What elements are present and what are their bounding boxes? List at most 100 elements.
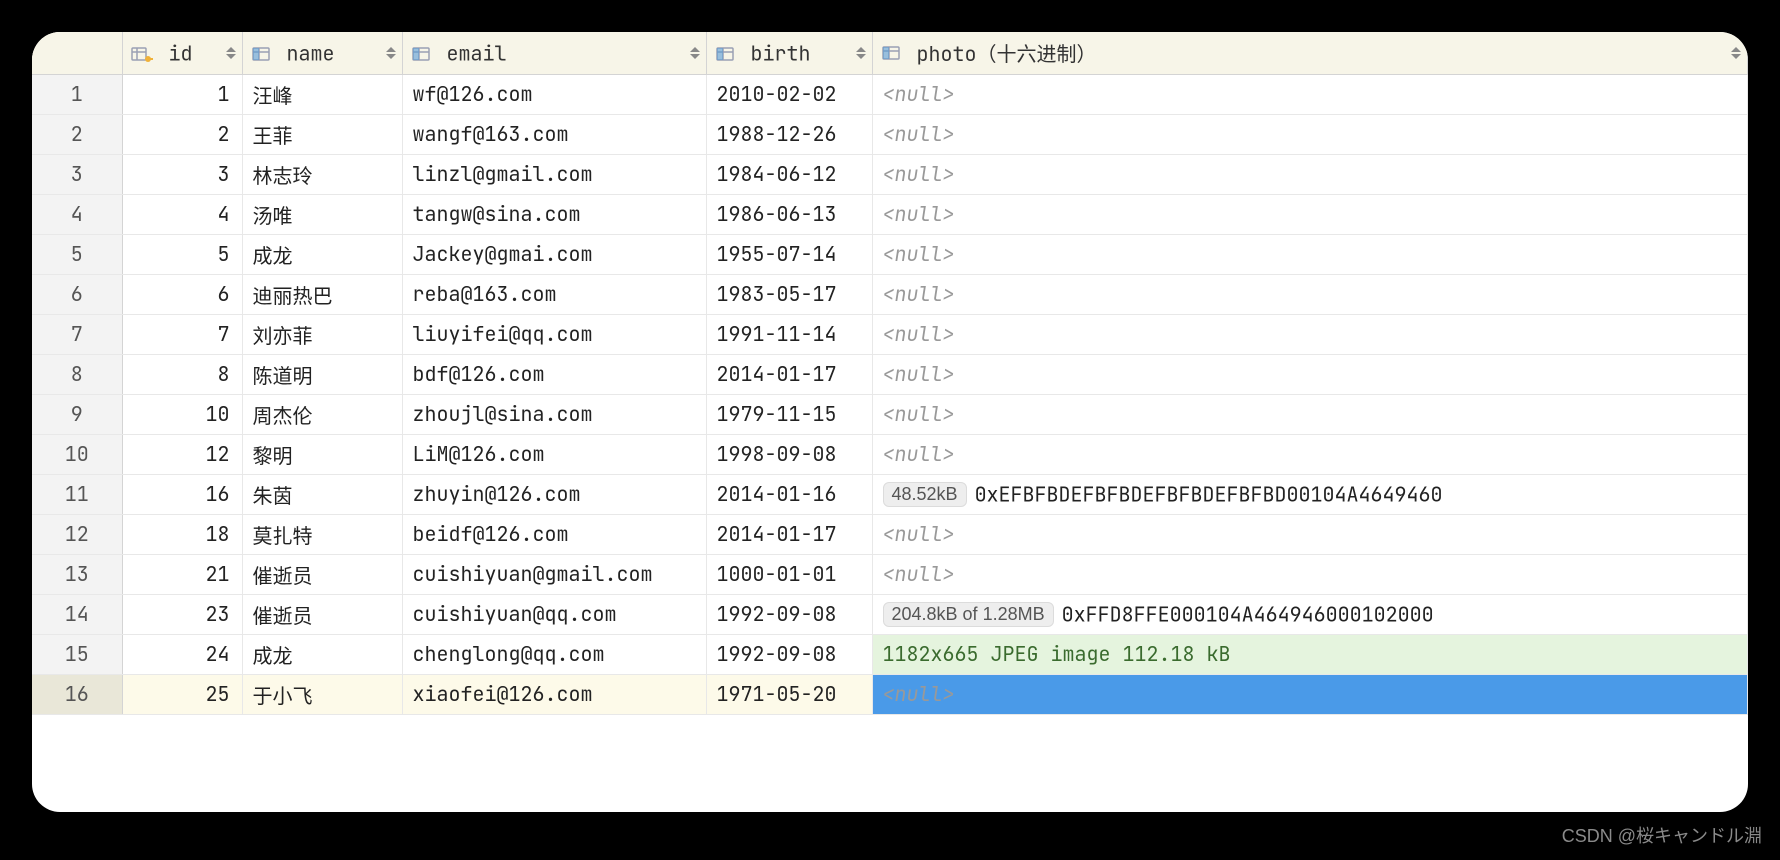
- name-cell[interactable]: 于小飞: [242, 674, 402, 714]
- photo-cell[interactable]: 204.8kB of 1.28MB0xFFD8FFE000104A4649460…: [872, 594, 1748, 634]
- rownum-header[interactable]: [32, 32, 122, 74]
- id-cell[interactable]: 3: [122, 154, 242, 194]
- id-cell[interactable]: 4: [122, 194, 242, 234]
- email-cell[interactable]: zhuyin@126.com: [402, 474, 706, 514]
- email-cell[interactable]: xiaofei@126.com: [402, 674, 706, 714]
- email-cell[interactable]: cuishiyuan@qq.com: [402, 594, 706, 634]
- birth-cell[interactable]: 1983-05-17: [706, 274, 872, 314]
- birth-cell[interactable]: 2014-01-17: [706, 354, 872, 394]
- table-row[interactable]: 1218莫扎特beidf@126.com2014-01-17<null>: [32, 514, 1748, 554]
- column-header-name[interactable]: name: [242, 32, 402, 74]
- email-cell[interactable]: reba@163.com: [402, 274, 706, 314]
- id-cell[interactable]: 24: [122, 634, 242, 674]
- birth-cell[interactable]: 1000-01-01: [706, 554, 872, 594]
- id-cell[interactable]: 8: [122, 354, 242, 394]
- photo-cell[interactable]: <null>: [872, 234, 1748, 274]
- email-cell[interactable]: wangf@163.com: [402, 114, 706, 154]
- photo-cell[interactable]: 1182x665 JPEG image 112.18 kB: [872, 634, 1748, 674]
- name-cell[interactable]: 刘亦菲: [242, 314, 402, 354]
- row-number-cell[interactable]: 2: [32, 114, 122, 154]
- email-cell[interactable]: zhoujl@sina.com: [402, 394, 706, 434]
- table-row[interactable]: 11汪峰wf@126.com2010-02-02<null>: [32, 74, 1748, 114]
- email-cell[interactable]: bdf@126.com: [402, 354, 706, 394]
- name-cell[interactable]: 林志玲: [242, 154, 402, 194]
- sort-icon[interactable]: [1731, 47, 1741, 59]
- photo-cell[interactable]: <null>: [872, 154, 1748, 194]
- photo-cell[interactable]: <null>: [872, 354, 1748, 394]
- name-cell[interactable]: 黎明: [242, 434, 402, 474]
- birth-cell[interactable]: 1988-12-26: [706, 114, 872, 154]
- sort-icon[interactable]: [690, 47, 700, 59]
- name-cell[interactable]: 汤唯: [242, 194, 402, 234]
- email-cell[interactable]: tangw@sina.com: [402, 194, 706, 234]
- name-cell[interactable]: 陈道明: [242, 354, 402, 394]
- birth-cell[interactable]: 1955-07-14: [706, 234, 872, 274]
- table-row[interactable]: 1625于小飞xiaofei@126.com1971-05-20<null>: [32, 674, 1748, 714]
- row-number-cell[interactable]: 1: [32, 74, 122, 114]
- id-cell[interactable]: 6: [122, 274, 242, 314]
- birth-cell[interactable]: 1992-09-08: [706, 634, 872, 674]
- name-cell[interactable]: 汪峰: [242, 74, 402, 114]
- id-cell[interactable]: 2: [122, 114, 242, 154]
- name-cell[interactable]: 成龙: [242, 634, 402, 674]
- email-cell[interactable]: cuishiyuan@gmail.com: [402, 554, 706, 594]
- email-cell[interactable]: LiM@126.com: [402, 434, 706, 474]
- id-cell[interactable]: 18: [122, 514, 242, 554]
- email-cell[interactable]: liuyifei@qq.com: [402, 314, 706, 354]
- birth-cell[interactable]: 1998-09-08: [706, 434, 872, 474]
- row-number-cell[interactable]: 6: [32, 274, 122, 314]
- row-number-cell[interactable]: 15: [32, 634, 122, 674]
- table-row[interactable]: 910周杰伦zhoujl@sina.com1979-11-15<null>: [32, 394, 1748, 434]
- email-cell[interactable]: linzl@gmail.com: [402, 154, 706, 194]
- row-number-cell[interactable]: 16: [32, 674, 122, 714]
- photo-cell[interactable]: <null>: [872, 314, 1748, 354]
- name-cell[interactable]: 周杰伦: [242, 394, 402, 434]
- birth-cell[interactable]: 1992-09-08: [706, 594, 872, 634]
- table-row[interactable]: 1116朱茵zhuyin@126.com2014-01-1648.52kB0xE…: [32, 474, 1748, 514]
- row-number-cell[interactable]: 9: [32, 394, 122, 434]
- id-cell[interactable]: 7: [122, 314, 242, 354]
- table-row[interactable]: 33林志玲linzl@gmail.com1984-06-12<null>: [32, 154, 1748, 194]
- photo-cell[interactable]: <null>: [872, 514, 1748, 554]
- sort-icon[interactable]: [856, 47, 866, 59]
- row-number-cell[interactable]: 5: [32, 234, 122, 274]
- name-cell[interactable]: 莫扎特: [242, 514, 402, 554]
- photo-cell[interactable]: <null>: [872, 274, 1748, 314]
- id-cell[interactable]: 25: [122, 674, 242, 714]
- name-cell[interactable]: 朱茵: [242, 474, 402, 514]
- id-cell[interactable]: 23: [122, 594, 242, 634]
- row-number-cell[interactable]: 4: [32, 194, 122, 234]
- row-number-cell[interactable]: 8: [32, 354, 122, 394]
- email-cell[interactable]: beidf@126.com: [402, 514, 706, 554]
- photo-cell[interactable]: <null>: [872, 194, 1748, 234]
- email-cell[interactable]: Jackey@gmai.com: [402, 234, 706, 274]
- birth-cell[interactable]: 2014-01-16: [706, 474, 872, 514]
- id-cell[interactable]: 5: [122, 234, 242, 274]
- birth-cell[interactable]: 1986-06-13: [706, 194, 872, 234]
- id-cell[interactable]: 21: [122, 554, 242, 594]
- name-cell[interactable]: 催逝员: [242, 554, 402, 594]
- table-row[interactable]: 55成龙Jackey@gmai.com1955-07-14<null>: [32, 234, 1748, 274]
- name-cell[interactable]: 催逝员: [242, 594, 402, 634]
- row-number-cell[interactable]: 7: [32, 314, 122, 354]
- sort-icon[interactable]: [386, 47, 396, 59]
- email-cell[interactable]: chenglong@qq.com: [402, 634, 706, 674]
- table-row[interactable]: 44汤唯tangw@sina.com1986-06-13<null>: [32, 194, 1748, 234]
- birth-cell[interactable]: 1971-05-20: [706, 674, 872, 714]
- table-row[interactable]: 1012黎明LiM@126.com1998-09-08<null>: [32, 434, 1748, 474]
- name-cell[interactable]: 迪丽热巴: [242, 274, 402, 314]
- id-cell[interactable]: 10: [122, 394, 242, 434]
- table-row[interactable]: 1423催逝员cuishiyuan@qq.com1992-09-08204.8k…: [32, 594, 1748, 634]
- table-row[interactable]: 1321催逝员cuishiyuan@gmail.com1000-01-01<nu…: [32, 554, 1748, 594]
- id-cell[interactable]: 12: [122, 434, 242, 474]
- row-number-cell[interactable]: 10: [32, 434, 122, 474]
- photo-cell[interactable]: 48.52kB0xEFBFBDEFBFBDEFBFBDEFBFBD00104A4…: [872, 474, 1748, 514]
- birth-cell[interactable]: 1984-06-12: [706, 154, 872, 194]
- column-header-email[interactable]: email: [402, 32, 706, 74]
- email-cell[interactable]: wf@126.com: [402, 74, 706, 114]
- column-header-id[interactable]: id: [122, 32, 242, 74]
- name-cell[interactable]: 成龙: [242, 234, 402, 274]
- row-number-cell[interactable]: 14: [32, 594, 122, 634]
- photo-cell[interactable]: <null>: [872, 394, 1748, 434]
- column-header-photo[interactable]: photo（十六进制）: [872, 32, 1748, 74]
